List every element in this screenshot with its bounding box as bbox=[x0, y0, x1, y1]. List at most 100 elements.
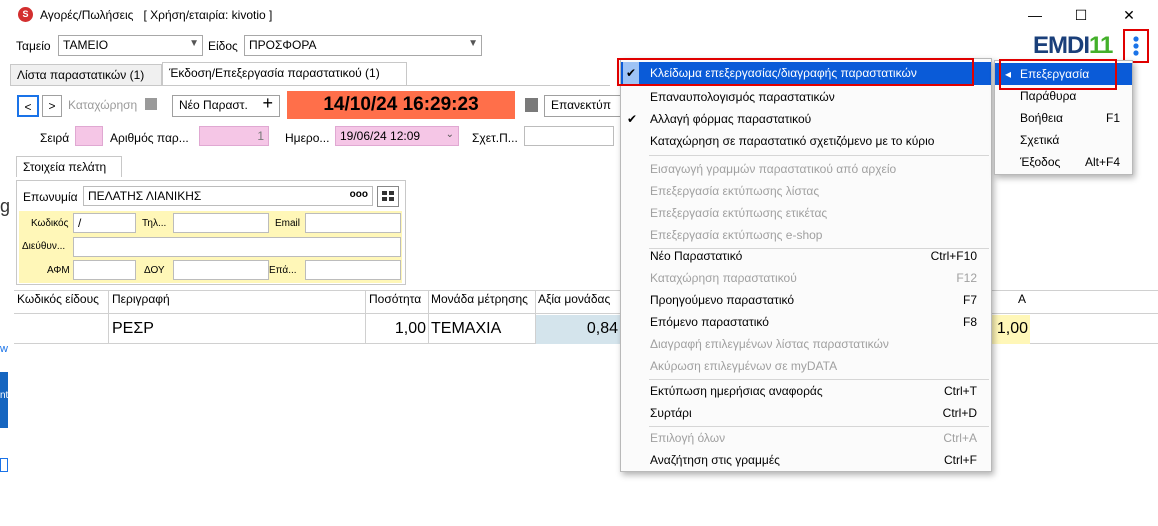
address-field[interactable] bbox=[73, 237, 401, 257]
menu-item[interactable]: Εκτύπωση ημερήσιας αναφοράς Ctrl+T bbox=[621, 380, 991, 402]
menu-item-label: Καταχώρηση σε παραστατικό σχετιζόμενο με… bbox=[650, 134, 935, 148]
plus-icon: + bbox=[262, 93, 273, 113]
left-edge-link[interactable]: w bbox=[0, 343, 8, 355]
tab-document-edit[interactable]: Έκδοση/Επεξεργασία παραστατικού (1) bbox=[162, 62, 407, 85]
window-title: Αγορές/Πωλήσεις [ Χρήση/εταιρία: kivotio… bbox=[40, 8, 272, 22]
row-quantity[interactable]: 1,00 bbox=[366, 320, 426, 338]
next-document-button[interactable]: > bbox=[42, 95, 62, 117]
menu-item[interactable]: Καταχώρηση σε παραστατικό σχετιζόμενο με… bbox=[621, 130, 991, 152]
kodikos-field[interactable]: / bbox=[73, 213, 136, 233]
menu-item-label: Διαγραφή επιλεγμένων λίστας παραστατικών bbox=[650, 337, 889, 351]
row-unit[interactable]: ΤΕΜΑΧΙΑ bbox=[431, 320, 501, 338]
date-value: 19/06/24 12:09 bbox=[340, 129, 421, 143]
menu-item[interactable]: Προηγούμενο παραστατικό F7 bbox=[621, 289, 991, 311]
menu-item: Επεξεργασία εκτύπωσης λίστας bbox=[621, 180, 991, 202]
menu-item-shortcut: Ctrl+F bbox=[944, 453, 977, 467]
tameio-select[interactable]: ΤΑΜΕΙΟ ▼ bbox=[58, 35, 203, 56]
reprint-button[interactable]: Επανεκτύπ bbox=[544, 95, 624, 117]
customer-panel: Επωνυμία ΠΕΛΑΤΗΣ ΛΙΑΝΙΚΗΣ ooo Κωδικός / … bbox=[16, 180, 406, 285]
menu-item-label: Ακύρωση επιλεγμένων σε myDATA bbox=[650, 359, 838, 373]
row-unit-value: 0,84 bbox=[586, 320, 618, 337]
arithmos-label: Αριθμός παρ... bbox=[110, 131, 189, 145]
seira-field[interactable] bbox=[75, 126, 103, 146]
side-menu-shortcut: F1 bbox=[1105, 111, 1120, 125]
row-description[interactable]: ΡΕΣΡ bbox=[112, 320, 154, 338]
floppy-icon bbox=[144, 98, 157, 110]
col-code-header[interactable]: Κωδικός είδους bbox=[17, 292, 99, 306]
left-edge-button[interactable]: nt bbox=[0, 372, 8, 428]
col-unit-value-header[interactable]: Αξία μονάδας bbox=[538, 292, 610, 306]
row-extra-value: 1,00 bbox=[996, 320, 1028, 337]
side-menu-label: Έξοδος bbox=[1020, 155, 1061, 169]
side-menu-label: Βοήθεια bbox=[1020, 111, 1063, 125]
kebab-menu-icon bbox=[1133, 36, 1139, 56]
sxet-field[interactable] bbox=[524, 126, 614, 146]
menu-item-shortcut: F12 bbox=[956, 271, 977, 285]
check-icon: ✔ bbox=[627, 112, 638, 126]
menu-item[interactable]: Νέο Παραστατικό Ctrl+F10 bbox=[621, 245, 991, 267]
maximize-button[interactable]: ☐ bbox=[1058, 0, 1104, 30]
kodikos-label: Κωδικός bbox=[31, 218, 69, 229]
col-unit-header[interactable]: Μονάδα μέτρησης bbox=[431, 292, 528, 306]
eidos-select[interactable]: ΠΡΟΣΦΟΡΑ ▼ bbox=[244, 35, 482, 56]
side-menu-item[interactable]: ◂ Επεξεργασία bbox=[995, 63, 1132, 85]
minimize-button[interactable]: — bbox=[1012, 0, 1058, 30]
edit-dropdown-menu: ✔ Κλείδωμα επεξεργασίας/διαγραφής παραστα… bbox=[620, 58, 992, 472]
tab-customer-info[interactable]: Στοιχεία πελάτη bbox=[16, 156, 122, 177]
menu-item-label: Αλλαγή φόρμας παραστατικού bbox=[650, 112, 812, 126]
menu-item-label: Επαναυπολογισμός παραστατικών bbox=[650, 90, 835, 104]
tab-documents-list[interactable]: Λίστα παραστατικών (1) bbox=[10, 64, 162, 85]
email-field[interactable] bbox=[305, 213, 401, 233]
tameio-label: Ταμείο bbox=[16, 39, 51, 53]
eidos-value: ΠΡΟΣΦΟΡΑ bbox=[249, 38, 317, 52]
side-menu-item[interactable]: Σχετικά bbox=[995, 129, 1132, 151]
new-document-button[interactable]: Νέο Παραστ. + bbox=[172, 93, 280, 117]
arithmos-field[interactable]: 1 bbox=[199, 126, 269, 146]
menu-item[interactable]: Αναζήτηση στις γραμμές Ctrl+F bbox=[621, 449, 991, 471]
col-quantity-header[interactable]: Ποσότητα bbox=[369, 292, 421, 306]
tameio-value: ΤΑΜΕΙΟ bbox=[63, 38, 109, 52]
menu-item[interactable]: ✔ Κλείδωμα επεξεργασίας/διαγραφής παραστα… bbox=[621, 62, 991, 85]
save-button[interactable]: Καταχώρηση bbox=[68, 98, 157, 112]
new-document-label: Νέο Παραστ. bbox=[179, 98, 248, 112]
doy-field[interactable] bbox=[173, 260, 269, 280]
col-extra-header[interactable]: A bbox=[1018, 292, 1026, 306]
menu-item-label: Επεξεργασία εκτύπωσης λίστας bbox=[650, 184, 820, 198]
occupation-field[interactable] bbox=[305, 260, 401, 280]
grid-picker-icon[interactable] bbox=[377, 186, 399, 207]
eponymia-field[interactable]: ΠΕΛΑΤΗΣ ΛΙΑΝΙΚΗΣ ooo bbox=[83, 186, 373, 206]
menu-item-label: Επιλογή όλων bbox=[650, 431, 726, 445]
prev-document-button[interactable]: < bbox=[17, 95, 39, 117]
menu-item: Διαγραφή επιλεγμένων λίστας παραστατικών bbox=[621, 333, 991, 355]
menu-item-shortcut: Ctrl+D bbox=[942, 406, 977, 420]
afm-field[interactable] bbox=[73, 260, 136, 280]
grid-picker-svg bbox=[382, 191, 394, 201]
menu-item[interactable]: Επαναυπολογισμός παραστατικών bbox=[621, 86, 991, 108]
menu-item-label: Καταχώρηση παραστατικού bbox=[650, 271, 797, 285]
phone-field[interactable] bbox=[173, 213, 269, 233]
window-company: [ Χρήση/εταιρία: kivotio ] bbox=[143, 8, 273, 22]
menu-item[interactable]: Συρτάρι Ctrl+D bbox=[621, 402, 991, 424]
side-menu-item[interactable]: Έξοδος Alt+F4 bbox=[995, 151, 1132, 173]
side-menu-item[interactable]: Βοήθεια F1 bbox=[995, 107, 1132, 129]
col-description-header[interactable]: Περιγραφή bbox=[112, 292, 170, 306]
emdi-logo: EMDI11 bbox=[1033, 32, 1113, 60]
left-edge-g: g bbox=[0, 196, 11, 216]
side-menu-item[interactable]: Παράθυρα bbox=[995, 85, 1132, 107]
close-button[interactable]: ✕ bbox=[1106, 0, 1152, 30]
title-bar: S Αγορές/Πωλήσεις [ Χρήση/εταιρία: kivot… bbox=[0, 0, 1158, 30]
left-edge-icon[interactable] bbox=[0, 458, 8, 472]
menu-item[interactable]: Επόμενο παραστατικό F8 bbox=[621, 311, 991, 333]
til-label: Τηλ... bbox=[142, 218, 167, 229]
menu-item[interactable]: ✔ Αλλαγή φόρμας παραστατικού bbox=[621, 108, 991, 130]
more-menu-button[interactable] bbox=[1123, 29, 1149, 63]
menu-item: Ακύρωση επιλεγμένων σε myDATA bbox=[621, 355, 991, 377]
trash-icon[interactable] bbox=[525, 98, 538, 112]
menu-item: Εισαγωγή γραμμών παραστατικού από αρχείο bbox=[621, 158, 991, 180]
main-menu-popup: ◂ Επεξεργασία Παράθυρα Βοήθεια F1 Σχετικά Έξοδ… bbox=[994, 60, 1133, 175]
eponymia-value: ΠΕΛΑΤΗΣ ΛΙΑΝΙΚΗΣ bbox=[88, 189, 202, 203]
menu-item: Καταχώρηση παραστατικού F12 bbox=[621, 267, 991, 289]
more-dots-icon[interactable]: ooo bbox=[350, 189, 368, 200]
date-field[interactable]: 19/06/24 12:09 ⌄ bbox=[335, 126, 459, 146]
app-icon: S bbox=[18, 7, 33, 22]
